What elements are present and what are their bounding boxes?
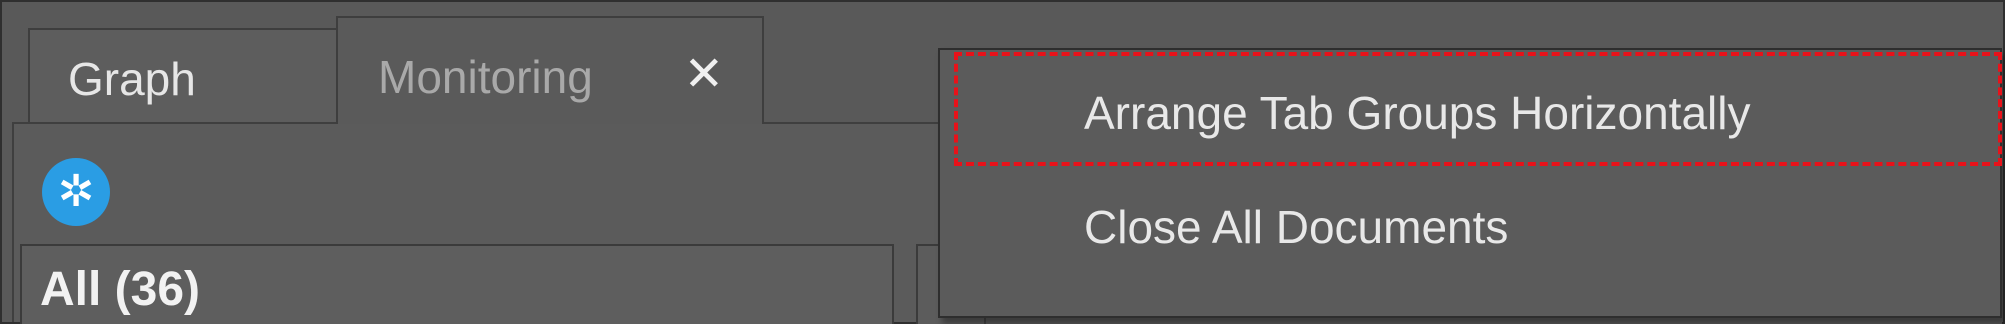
context-menu: Arrange Tab Groups Horizontally Close Al…	[938, 48, 2002, 318]
all-count-label: All (36)	[40, 263, 201, 316]
menu-item-label: Arrange Tab Groups Horizontally	[1084, 87, 1751, 139]
gear-icon[interactable]: ✲	[42, 158, 110, 226]
tab-monitoring[interactable]: Monitoring ✕	[336, 16, 764, 124]
left-panel: All (36)	[20, 244, 894, 324]
menu-item-close-all-documents[interactable]: Close All Documents	[940, 170, 2000, 282]
menu-item-label: Close All Documents	[1084, 201, 1509, 253]
tab-monitoring-label: Monitoring	[378, 51, 593, 103]
menu-item-arrange-tab-groups-horizontally[interactable]: Arrange Tab Groups Horizontally	[940, 54, 2000, 166]
tab-graph[interactable]: Graph	[28, 28, 338, 122]
close-icon[interactable]: ✕	[684, 50, 724, 98]
tab-graph-label: Graph	[68, 53, 196, 105]
